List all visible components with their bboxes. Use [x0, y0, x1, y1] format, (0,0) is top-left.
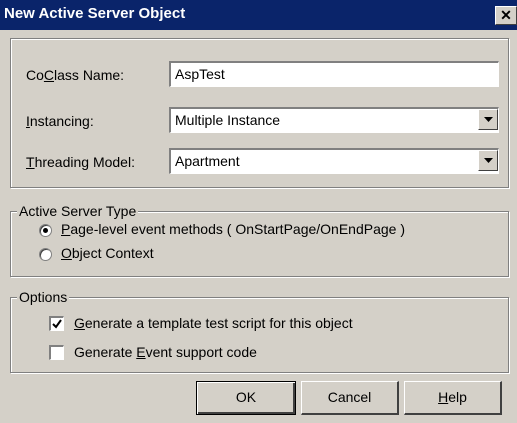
instancing-select[interactable]: Multiple Instance: [169, 107, 499, 133]
instancing-value: Multiple Instance: [175, 112, 281, 128]
threading-model-dropdown-button[interactable]: [478, 150, 498, 171]
page-level-label[interactable]: Page-level event methods ( OnStartPage/O…: [61, 221, 405, 237]
threading-model-value: Apartment: [175, 153, 240, 169]
new-active-server-object-dialog: New Active Server Object ✕ CoClass Name:…: [0, 0, 517, 423]
dialog-title: New Active Server Object: [4, 5, 186, 22]
threading-model-label: Threading Model:: [26, 154, 135, 170]
ok-button[interactable]: OK: [196, 381, 296, 415]
instancing-label: Instancing:: [26, 113, 94, 129]
title-bar[interactable]: New Active Server Object ✕: [0, 0, 517, 30]
checkmark-icon: [52, 319, 62, 329]
close-button[interactable]: ✕: [495, 6, 517, 25]
generate-test-script-label[interactable]: Generate a template test script for this…: [74, 315, 353, 331]
threading-model-select[interactable]: Apartment: [169, 148, 499, 174]
generate-event-support-label[interactable]: Generate Event support code: [74, 344, 257, 360]
chevron-down-icon: [484, 158, 493, 163]
active-server-type-legend: Active Server Type: [17, 203, 139, 219]
instancing-dropdown-button[interactable]: [478, 109, 498, 130]
cancel-button[interactable]: Cancel: [301, 381, 399, 415]
options-group: Options: [10, 289, 509, 373]
generate-test-script-checkbox[interactable]: [49, 316, 64, 331]
options-legend: Options: [17, 289, 70, 305]
coclass-name-input[interactable]: AspTest: [169, 61, 499, 87]
radio-selected-dot: [43, 228, 48, 233]
object-context-radio[interactable]: [39, 248, 52, 261]
chevron-down-icon: [484, 117, 493, 122]
close-icon: ✕: [500, 7, 512, 23]
page-level-radio[interactable]: [39, 224, 52, 237]
help-button[interactable]: Help: [404, 381, 502, 415]
generate-event-support-checkbox[interactable]: [49, 345, 64, 360]
object-context-label[interactable]: Object Context: [61, 245, 154, 261]
coclass-name-label: CoClass Name:: [26, 67, 125, 83]
coclass-name-value: AspTest: [175, 66, 225, 82]
